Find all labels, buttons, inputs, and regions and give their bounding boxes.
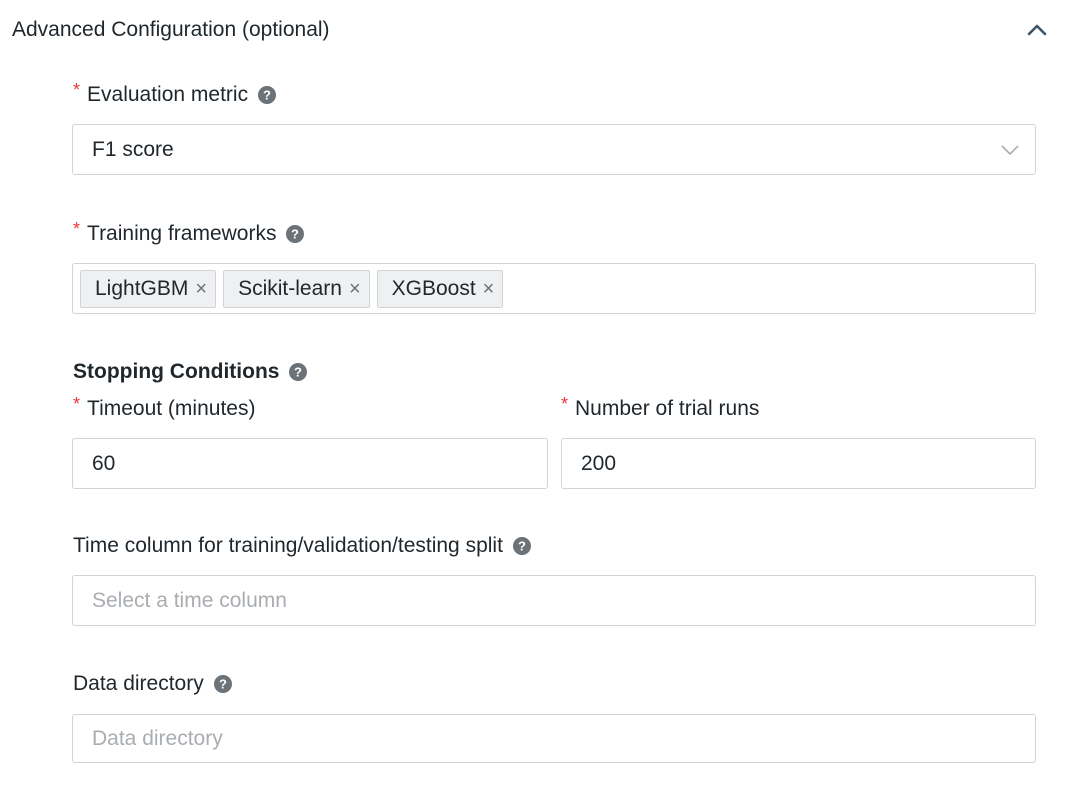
evaluation-metric-value: F1 score <box>92 137 174 161</box>
time-column-select[interactable]: Select a time column <box>72 575 1036 626</box>
chevron-down-icon <box>1001 144 1019 155</box>
training-frameworks-label-text: Training frameworks <box>87 222 277 245</box>
data-directory-input[interactable]: Data directory <box>72 714 1036 763</box>
time-column-label-text: Time column for training/validation/test… <box>73 534 503 557</box>
required-asterisk: * <box>73 218 81 239</box>
remove-tag-icon[interactable]: × <box>349 279 361 299</box>
required-asterisk: * <box>73 393 81 414</box>
remove-tag-icon[interactable]: × <box>483 279 495 299</box>
tag-scikit-learn: Scikit-learn × <box>223 269 370 308</box>
help-icon[interactable]: ? <box>285 224 305 244</box>
help-icon[interactable]: ? <box>288 362 308 382</box>
tag-label: LightGBM <box>95 276 189 300</box>
svg-text:?: ? <box>219 677 227 692</box>
help-icon[interactable]: ? <box>213 674 233 694</box>
stopping-conditions-title: Stopping Conditions ? <box>73 357 308 387</box>
tag-xgboost: XGBoost × <box>376 269 504 308</box>
remove-tag-icon[interactable]: × <box>195 279 207 299</box>
required-asterisk: * <box>73 79 81 100</box>
timeout-label-text: Timeout (minutes) <box>87 397 256 420</box>
timeout-input[interactable]: 60 <box>72 438 548 489</box>
stopping-conditions-title-text: Stopping Conditions <box>73 360 280 383</box>
evaluation-metric-select[interactable]: F1 score <box>72 124 1036 175</box>
data-directory-placeholder: Data directory <box>92 726 223 750</box>
timeout-label: * Timeout (minutes) <box>73 394 255 424</box>
time-column-placeholder: Select a time column <box>92 588 287 612</box>
svg-text:?: ? <box>294 365 302 380</box>
evaluation-metric-label-text: Evaluation metric <box>87 83 249 106</box>
trial-runs-label-text: Number of trial runs <box>575 397 760 420</box>
data-directory-label-text: Data directory <box>73 672 204 695</box>
timeout-value: 60 <box>92 451 116 475</box>
tag-label: XGBoost <box>391 276 476 300</box>
training-frameworks-label: * Training frameworks ? <box>73 219 305 249</box>
trial-runs-value: 200 <box>581 451 617 475</box>
data-directory-label: Data directory ? <box>73 669 233 699</box>
svg-text:?: ? <box>291 227 299 242</box>
trial-runs-label: * Number of trial runs <box>561 394 759 424</box>
section-title: Advanced Configuration (optional) <box>12 18 330 41</box>
evaluation-metric-label: * Evaluation metric ? <box>73 80 277 110</box>
tag-lightgbm: LightGBM × <box>80 269 217 308</box>
help-icon[interactable]: ? <box>257 85 277 105</box>
training-frameworks-multiselect[interactable]: LightGBM × Scikit-learn × XGBoost × <box>72 263 1036 314</box>
svg-text:?: ? <box>263 88 271 103</box>
help-icon[interactable]: ? <box>512 536 532 556</box>
svg-text:?: ? <box>518 539 526 554</box>
advanced-configuration-header[interactable]: Advanced Configuration (optional) <box>12 10 1048 50</box>
time-column-label: Time column for training/validation/test… <box>73 531 532 561</box>
advanced-configuration-panel: Advanced Configuration (optional) * Eval… <box>0 0 1068 792</box>
required-asterisk: * <box>561 393 569 414</box>
trial-runs-input[interactable]: 200 <box>561 438 1036 489</box>
tag-label: Scikit-learn <box>238 276 342 300</box>
chevron-up-icon[interactable] <box>1026 19 1048 41</box>
